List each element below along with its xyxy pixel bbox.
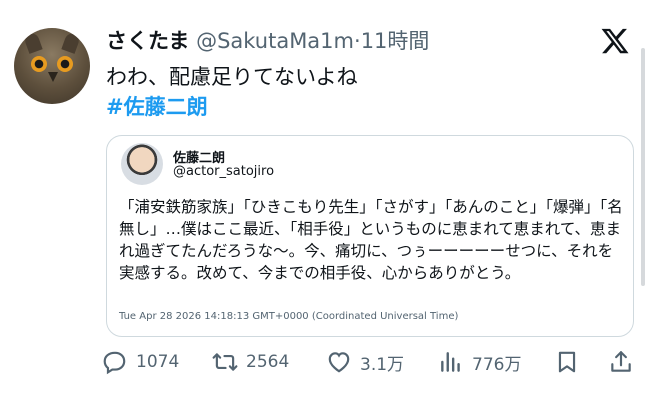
reply-icon [103, 351, 126, 375]
owl-eye [31, 56, 47, 72]
tweet-text: わわ、配慮足りてないよね [106, 65, 358, 89]
header-separator: · [354, 29, 361, 53]
reply-count: 1074 [136, 352, 180, 372]
views-icon [441, 352, 460, 372]
retweet-icon [212, 353, 238, 371]
like-count: 3.1万 [360, 354, 405, 375]
quoted-tweet-text: 「浦安鉄筋家族」「ひきこもり先生」「さがす」「あんのこと」「爆弾」「名無し」…僕… [119, 198, 623, 282]
hashtag-link[interactable]: #佐藤二朗 [106, 92, 208, 122]
like-button[interactable]: 3.1万 [326, 346, 404, 378]
quoted-tweet-timestamp: Tue Apr 28 2026 14:18:13 GMT+0000 (Coord… [119, 311, 459, 322]
tweet-action-bar: 1074 2564 3.1万 776万 [102, 346, 642, 378]
author-display-name[interactable]: さくたま [106, 29, 189, 53]
owl-beak [48, 72, 58, 82]
tweet-header: さくたま @SakutaMa1m·11時間 [106, 26, 429, 56]
author-avatar[interactable] [14, 28, 90, 104]
share-button[interactable] [608, 346, 634, 378]
retweet-button[interactable]: 2564 [212, 346, 289, 378]
quoted-author-avatar[interactable] [121, 143, 163, 185]
scrollbar[interactable] [641, 48, 645, 286]
bookmark-icon [558, 351, 576, 373]
quoted-author-handle[interactable]: @actor_satojiro [173, 164, 274, 179]
x-logo-icon[interactable] [600, 26, 630, 56]
like-icon [328, 352, 350, 373]
owl-tuft [61, 32, 81, 54]
owl-eye [57, 56, 73, 72]
quoted-tweet[interactable]: 佐藤二朗 @actor_satojiro 「浦安鉄筋家族」「ひきこもり先生」「さ… [106, 135, 634, 337]
share-icon [611, 351, 631, 372]
tweet-timestamp[interactable]: 11時間 [361, 29, 430, 53]
bookmark-button[interactable] [554, 346, 580, 378]
author-handle[interactable]: @SakutaMa1m [196, 29, 354, 53]
owl-tuft [23, 32, 43, 54]
views-button[interactable]: 776万 [438, 346, 521, 378]
reply-button[interactable]: 1074 [102, 346, 179, 378]
retweet-count: 2564 [246, 352, 290, 372]
views-count: 776万 [472, 354, 522, 375]
